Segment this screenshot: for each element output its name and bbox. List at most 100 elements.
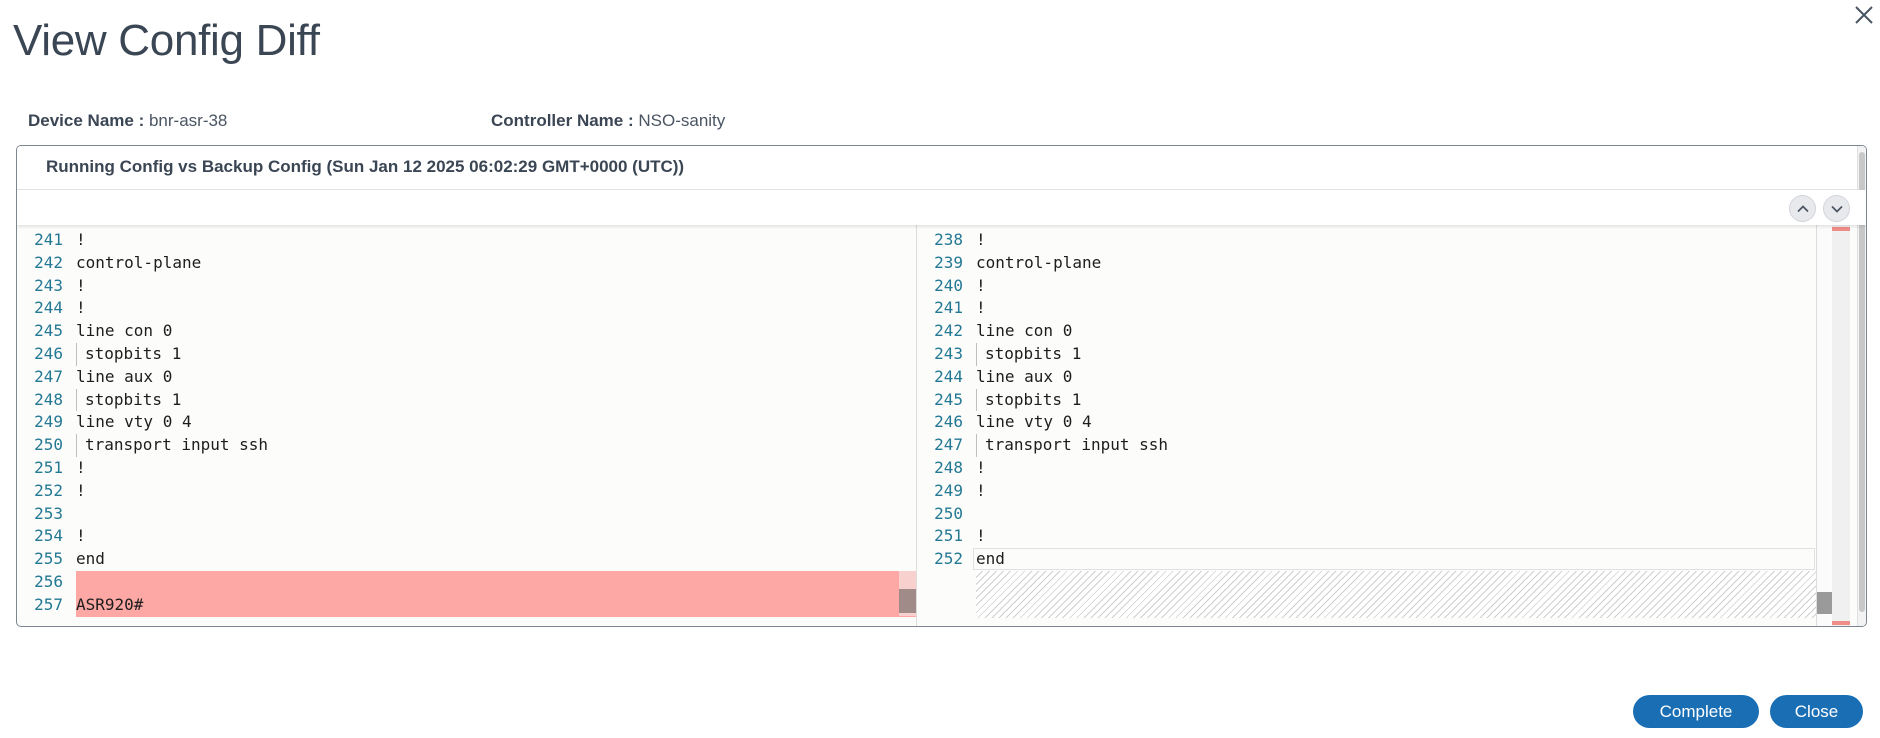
complete-button[interactable]: Complete: [1633, 695, 1759, 728]
code-line: 256: [17, 571, 917, 594]
dialog-title: View Config Diff: [13, 16, 320, 65]
diff-toolbar: [17, 190, 1866, 225]
code-line: 243!: [17, 275, 917, 298]
code-line: 246 stopbits 1: [17, 343, 917, 366]
device-name-field: Device Name : bnr-asr-38: [28, 111, 227, 131]
code-line: 250: [917, 503, 1816, 526]
device-name-value: bnr-asr-38: [148, 111, 228, 130]
controller-name-value: NSO-sanity: [638, 111, 726, 130]
line-text: line vty 0 4: [976, 412, 1092, 432]
code-line: 245 line con 0: [17, 320, 917, 343]
minimap-change-marker: [1832, 227, 1850, 231]
code-line: 247 line aux 0: [17, 366, 917, 389]
code-line: 245 stopbits 1: [917, 388, 1816, 412]
next-change-button[interactable]: [1823, 195, 1850, 222]
code-line: 240!: [917, 275, 1816, 298]
code-line: 250 transport input ssh: [17, 434, 917, 457]
line-number: 257: [34, 594, 63, 614]
code-line: 238!: [917, 229, 1816, 252]
backup-config-pane[interactable]: 238! 239 control-plane 240! 241! 242 line con …: [916, 225, 1816, 626]
line-text: stopbits 1: [976, 343, 1081, 366]
code-line: 252 end: [917, 548, 1816, 571]
line-number: 238: [934, 230, 963, 249]
line-number: 248: [934, 458, 963, 477]
close-icon[interactable]: [1853, 4, 1875, 26]
line-number: 252: [34, 480, 63, 500]
line-text: !: [76, 480, 86, 500]
line-text: !: [76, 275, 86, 295]
controller-name-label: Controller Name :: [491, 111, 634, 130]
line-text: stopbits 1: [76, 343, 181, 366]
diff-filler-placeholder: [976, 571, 1816, 618]
line-text: line vty 0 4: [76, 412, 192, 432]
line-number: 250: [34, 435, 63, 455]
line-text: transport input ssh: [76, 434, 268, 457]
line-number: 240: [934, 275, 963, 295]
diff-minimap[interactable]: [1832, 225, 1850, 626]
code-line: 257 ASR920#: [17, 594, 917, 617]
code-line: 252!: [17, 480, 917, 503]
running-config-pane[interactable]: 241! 242 control-plane 243! 244! 245 line con …: [17, 225, 917, 626]
line-number: 256: [34, 572, 63, 591]
line-number: 241: [34, 230, 63, 249]
overview-ruler-thumb[interactable]: [1817, 592, 1832, 614]
code-line: 243 stopbits 1: [917, 343, 1816, 366]
line-text: !: [976, 230, 986, 249]
overview-ruler[interactable]: [1816, 225, 1830, 626]
code-line: 251!: [917, 525, 1816, 548]
line-number: 251: [934, 526, 963, 546]
line-text: line con 0: [976, 321, 1073, 341]
line-number: 246: [934, 412, 963, 432]
line-text: line aux 0: [976, 366, 1073, 386]
code-line: 241!: [917, 297, 1816, 320]
code-line: 248 stopbits 1: [17, 388, 917, 412]
diff-editor[interactable]: 241! 242 control-plane 243! 244! 245 line con …: [17, 225, 1858, 626]
code-line: 239 control-plane: [917, 252, 1816, 275]
line-number: 254: [34, 526, 63, 546]
code-line: 254!: [17, 525, 917, 548]
line-number: 246: [34, 344, 63, 363]
previous-change-button[interactable]: [1789, 195, 1816, 222]
code-line: 249!: [917, 480, 1816, 503]
line-text: !: [976, 275, 986, 295]
line-text: ASR920#: [76, 594, 144, 614]
code-line: 244 line aux 0: [917, 366, 1816, 389]
code-line: 242 control-plane: [17, 252, 917, 275]
line-number: 245: [34, 321, 63, 341]
line-text: end: [976, 549, 1005, 569]
diff-panel-header: Running Config vs Backup Config (Sun Jan…: [17, 146, 1866, 190]
line-text: !: [76, 458, 86, 477]
line-number: 247: [34, 366, 63, 386]
line-text: line con 0: [76, 321, 173, 341]
code-line: 244!: [17, 297, 917, 320]
code-line: 242 line con 0: [917, 320, 1816, 343]
line-number: 248: [34, 389, 63, 409]
chevron-up-icon: [1797, 205, 1809, 213]
chevron-down-icon: [1831, 205, 1843, 213]
line-number: 247: [934, 435, 963, 455]
close-button[interactable]: Close: [1770, 695, 1863, 728]
line-text: !: [976, 298, 986, 318]
code-line: 246 line vty 0 4: [917, 411, 1816, 434]
line-number: 249: [34, 412, 63, 432]
code-line: 255 end: [17, 548, 917, 571]
line-number: 241: [934, 298, 963, 318]
line-text: !: [976, 458, 986, 477]
line-text: end: [76, 549, 105, 569]
line-number: 243: [34, 275, 63, 295]
line-number: 244: [34, 298, 63, 318]
line-text: line aux 0: [76, 366, 173, 386]
controller-name-field: Controller Name : NSO-sanity: [491, 111, 725, 131]
line-number: 255: [34, 549, 63, 569]
minimap-change-marker: [1832, 621, 1850, 625]
line-text: control-plane: [76, 252, 202, 272]
line-text: !: [76, 298, 86, 318]
diff-panel: Running Config vs Backup Config (Sun Jan…: [16, 145, 1867, 627]
line-number: 245: [934, 389, 963, 409]
code-line: 247 transport input ssh: [917, 434, 1816, 457]
line-text: transport input ssh: [976, 434, 1168, 457]
code-line: 249 line vty 0 4: [17, 411, 917, 434]
line-text: !: [76, 526, 86, 546]
line-number: 243: [934, 344, 963, 363]
line-text: !: [976, 526, 986, 546]
